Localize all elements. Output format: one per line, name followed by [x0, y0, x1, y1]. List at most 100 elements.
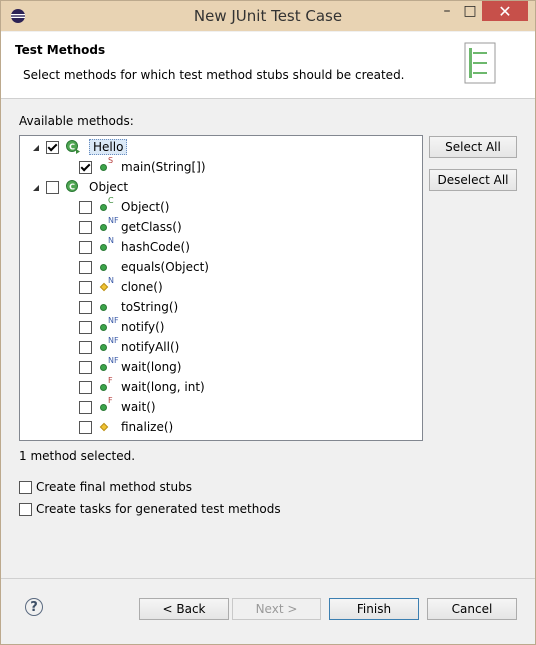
wizard-body: Available methods: C Hello Smain(String[])…: [1, 99, 535, 577]
minimize-button[interactable]: –: [436, 1, 458, 21]
public-method-icon: S: [98, 156, 116, 174]
final-stubs-label: Create final method stubs: [36, 480, 192, 494]
create-tasks-label: Create tasks for generated test methods: [36, 502, 281, 516]
title-bar: New JUnit Test Case – □ ✕: [1, 1, 535, 31]
modifier-badge: NF: [108, 316, 119, 325]
modifier-badge: N: [108, 236, 114, 245]
close-button[interactable]: ✕: [482, 1, 528, 21]
option-final-stubs[interactable]: Create final method stubs: [19, 480, 192, 494]
option-create-tasks[interactable]: Create tasks for generated test methods: [19, 502, 281, 516]
public-method-icon: F: [98, 376, 116, 394]
modifier-badge: NF: [108, 216, 119, 225]
tree-item-label: clone(): [121, 280, 163, 294]
tree-method-node[interactable]: Smain(String[]): [20, 157, 420, 177]
public-method-icon: NF: [98, 216, 119, 234]
tree-method-node[interactable]: NF getClass(): [20, 217, 420, 237]
cancel-button[interactable]: Cancel: [427, 598, 517, 620]
public-method-icon: [98, 300, 116, 314]
tree-method-node[interactable]: equals(Object): [20, 257, 420, 277]
method-checkbox[interactable]: [79, 240, 92, 254]
modifier-badge: S: [108, 156, 114, 165]
method-checkbox[interactable]: [79, 200, 92, 214]
svg-text:C: C: [69, 143, 75, 152]
expand-arrow-icon[interactable]: [31, 182, 41, 192]
next-button[interactable]: Next >: [232, 598, 321, 620]
public-method-icon: [98, 260, 116, 274]
tree-method-node[interactable]: C Object(): [20, 197, 420, 217]
protected-method-icon: [98, 420, 116, 434]
page-description: Select methods for which test method stu…: [23, 68, 405, 82]
public-method-icon: N: [98, 236, 116, 254]
public-method-icon: NF: [98, 356, 119, 374]
tree-method-node[interactable]: NhashCode(): [20, 237, 420, 257]
finish-button[interactable]: Finish: [329, 598, 419, 620]
modifier-badge: F: [108, 396, 113, 405]
tree-item-label: wait(long): [121, 360, 182, 374]
final-stubs-checkbox[interactable]: [19, 480, 32, 494]
tree-item-label: notify(): [121, 320, 165, 334]
dialog-window: New JUnit Test Case – □ ✕ Test Methods S…: [0, 0, 536, 645]
public-method-icon: NF: [98, 336, 119, 354]
help-icon[interactable]: ?: [25, 598, 43, 616]
wizard-header: Test Methods Select methods for which te…: [1, 32, 535, 99]
method-checkbox[interactable]: [79, 360, 92, 374]
modifier-badge: NF: [108, 356, 119, 365]
method-checkbox[interactable]: [79, 380, 92, 394]
expand-arrow-icon[interactable]: [31, 142, 41, 152]
modifier-badge: N: [108, 276, 114, 285]
tree-item-label: Hello: [89, 139, 128, 155]
method-checkbox[interactable]: [46, 140, 59, 154]
deselect-all-button[interactable]: Deselect All: [429, 169, 517, 191]
class-icon: C: [65, 140, 81, 154]
tree-item-label: Object: [89, 180, 129, 194]
tree-item-label: wait(long, int): [121, 380, 205, 394]
public-method-icon: NF: [98, 316, 119, 334]
public-method-icon: C: [98, 196, 116, 214]
footer-divider: [1, 578, 535, 579]
available-methods-label: Available methods:: [19, 114, 134, 128]
tree-item-label: main(String[]): [121, 160, 206, 174]
public-method-icon: F: [98, 396, 116, 414]
junit-banner-icon: [464, 42, 496, 84]
method-checkbox[interactable]: [79, 320, 92, 334]
tree-item-label: equals(Object): [121, 260, 209, 274]
modifier-badge: NF: [108, 336, 119, 345]
tree-class-node[interactable]: C Hello: [20, 137, 420, 157]
tree-method-node[interactable]: Nclone(): [20, 277, 420, 297]
tree-method-node[interactable]: Fwait(): [20, 397, 420, 417]
tree-item-label: wait(): [121, 400, 156, 414]
select-all-button[interactable]: Select All: [429, 136, 517, 158]
tree-method-node[interactable]: Fwait(long, int): [20, 377, 420, 397]
methods-tree[interactable]: C Hello Smain(String[]) C Object C Object() NF g…: [19, 135, 423, 441]
maximize-button[interactable]: □: [459, 1, 481, 21]
tree-item-label: getClass(): [121, 220, 182, 234]
tree-item-label: notifyAll(): [121, 340, 180, 354]
method-checkbox[interactable]: [79, 340, 92, 354]
tree-method-node[interactable]: toString(): [20, 297, 420, 317]
modifier-badge: C: [108, 196, 114, 205]
back-button[interactable]: < Back: [139, 598, 229, 620]
tree-item-label: toString(): [121, 300, 179, 314]
method-checkbox[interactable]: [46, 180, 59, 194]
tree-method-node[interactable]: finalize(): [20, 417, 420, 437]
tree-method-node[interactable]: NF notify(): [20, 317, 420, 337]
method-checkbox[interactable]: [79, 160, 92, 174]
tree-item-label: hashCode(): [121, 240, 190, 254]
tree-item-label: Object(): [121, 200, 170, 214]
tree-item-label: finalize(): [121, 420, 174, 434]
method-checkbox[interactable]: [79, 220, 92, 234]
page-title: Test Methods: [15, 43, 106, 57]
protected-method-icon: N: [98, 276, 116, 294]
tree-method-node[interactable]: NF notifyAll(): [20, 337, 420, 357]
method-checkbox[interactable]: [79, 280, 92, 294]
method-checkbox[interactable]: [79, 400, 92, 414]
method-checkbox[interactable]: [79, 260, 92, 274]
create-tasks-checkbox[interactable]: [19, 502, 32, 516]
selection-status: 1 method selected.: [19, 449, 136, 463]
tree-method-node[interactable]: NF wait(long): [20, 357, 420, 377]
method-checkbox[interactable]: [79, 420, 92, 434]
svg-text:C: C: [69, 183, 75, 192]
method-checkbox[interactable]: [79, 300, 92, 314]
tree-class-node[interactable]: C Object: [20, 177, 420, 197]
modifier-badge: F: [108, 376, 113, 385]
